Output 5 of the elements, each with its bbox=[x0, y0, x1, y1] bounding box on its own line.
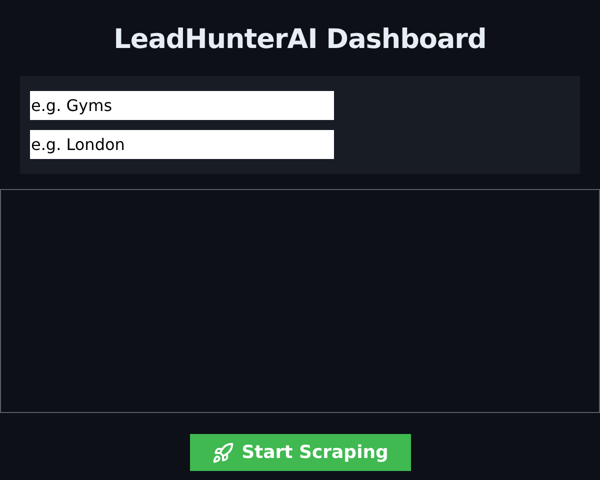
input-field[interactable]: e.g. London bbox=[30, 130, 334, 159]
start-button[interactable]: Start Scraping bbox=[190, 434, 410, 471]
rocket-icon bbox=[212, 442, 234, 464]
dashboard-title: LeadHunterAI Dashboard bbox=[114, 23, 486, 57]
input-field[interactable]: e.g. Gyms bbox=[30, 91, 334, 120]
